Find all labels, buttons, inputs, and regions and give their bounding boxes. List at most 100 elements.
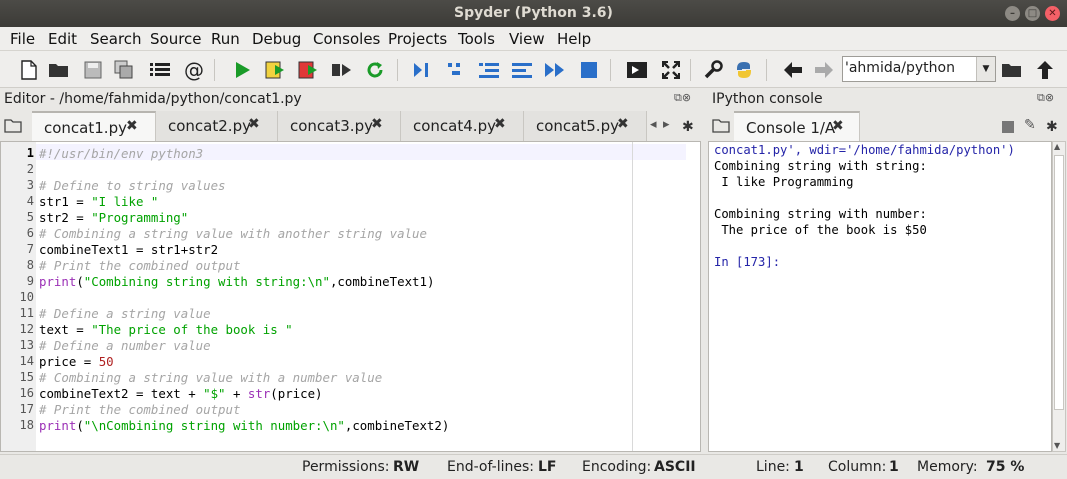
interrupt-icon[interactable] [1002,121,1014,133]
console-scrollbar[interactable]: ▲ ▼ [1052,141,1066,452]
encoding-label: Encoding: [582,459,652,475]
memory-value: 75 % [986,459,1025,475]
code-line: combineText1 = str1+str2 [39,242,219,257]
save-icon[interactable] [81,58,105,82]
console-line: Combining string with number: [714,207,927,221]
close-tab-icon[interactable]: ✖ [617,116,629,132]
menu-projects[interactable]: Projects [388,30,447,48]
menu-run[interactable]: Run [211,30,240,48]
open-folder-icon[interactable] [47,58,71,82]
console-prompt: In [173]: [714,255,781,269]
maximize-icon[interactable] [625,58,649,82]
chevron-down-icon[interactable]: ▼ [976,57,995,81]
browse-tabs-icon[interactable] [3,116,25,138]
menu-view[interactable]: View [509,30,545,48]
rerun-icon[interactable] [363,58,387,82]
line-number: 10 [19,290,34,304]
close-window-icon[interactable]: ✕ [1045,6,1060,21]
toolbar-separator [690,59,691,81]
tab-concat5[interactable]: concat5.py ✖ [524,111,647,141]
fullscreen-icon[interactable] [659,58,683,82]
undock-icon[interactable]: ⧉⊗ [1037,91,1054,105]
list-icon[interactable] [148,58,172,82]
ipython-console[interactable]: concat1.py', wdir='/home/fahmida/python'… [708,141,1052,452]
step-into-icon[interactable] [477,58,501,82]
tab-console[interactable]: Console 1/A ✖ [734,111,860,141]
stop-icon[interactable] [577,58,601,82]
tab-scroll-right-icon[interactable]: ▸ [663,117,670,132]
tab-concat2[interactable]: concat2.py ✖ [156,111,278,141]
code-line: price = 50 [39,354,114,369]
menu-tools[interactable]: Tools [458,30,495,48]
code-line: combineText2 = text + "$" + str(price) [39,386,323,401]
continue-icon[interactable] [543,58,567,82]
browse-tabs-icon[interactable] [711,116,733,138]
line-number: 2 [26,162,34,176]
code-line: # Define a string value [39,306,211,321]
tab-label: concat5.py [536,117,619,135]
code-line: print("Combining string with string:\n",… [39,274,435,289]
close-tab-icon[interactable]: ✖ [126,118,138,134]
scroll-up-icon[interactable]: ▲ [1054,142,1060,151]
line-number: 14 [19,354,34,368]
run-icon[interactable] [230,58,254,82]
debug-icon[interactable] [410,58,434,82]
code-line: # Print the combined output [39,258,241,273]
line-number: 11 [19,306,34,320]
console-pane-title: IPython console [712,91,823,107]
scroll-down-icon[interactable]: ▼ [1054,441,1060,450]
toolbar-separator [397,59,398,81]
maximize-window-icon[interactable]: □ [1025,6,1040,21]
column-value: 1 [889,459,899,475]
close-tab-icon[interactable]: ✖ [248,116,260,132]
tab-concat4[interactable]: concat4.py ✖ [401,111,524,141]
title-bar: Spyder (Python 3.6) – □ ✕ [0,0,1067,27]
menu-help[interactable]: Help [557,30,591,48]
step-return-icon[interactable] [510,58,534,82]
menu-edit[interactable]: Edit [48,30,77,48]
run-selection-icon[interactable] [330,58,354,82]
menu-consoles[interactable]: Consoles [313,30,380,48]
save-all-icon[interactable] [112,58,136,82]
close-tab-icon[interactable]: ✖ [832,118,844,134]
tab-scroll-left-icon[interactable]: ◂ [650,117,657,132]
browse-folder-icon[interactable] [1000,58,1024,82]
line-number: 7 [26,242,34,256]
working-directory-input[interactable]: 'ahmida/python [842,56,996,82]
tab-label: Console 1/A [746,119,836,137]
line-label: Line: [756,459,790,475]
eol-label: End-of-lines: [447,459,534,475]
menu-file[interactable]: File [10,30,35,48]
run-cell-advance-icon[interactable] [297,58,321,82]
menu-search[interactable]: Search [90,30,142,48]
code-line: #!/usr/bin/env python3 [39,146,204,161]
close-tab-icon[interactable]: ✖ [494,116,506,132]
console-line: I like Programming [714,175,854,189]
line-number: 15 [19,370,34,384]
tab-concat3[interactable]: concat3.py ✖ [278,111,401,141]
python-icon[interactable] [732,58,756,82]
code-editor[interactable]: 1 2 3 4 5 6 7 8 9 10 11 12 13 14 15 16 1… [0,141,701,452]
step-icon[interactable] [443,58,467,82]
minimize-icon[interactable]: – [1005,6,1020,21]
at-icon[interactable]: @ [182,58,206,82]
wrench-icon[interactable] [701,58,725,82]
gear-icon[interactable]: ✱ [682,119,694,135]
code-line: # Combining a string value with another … [39,226,427,241]
forward-arrow-icon[interactable] [812,58,836,82]
eraser-icon[interactable]: ✎ [1024,117,1036,133]
line-number: 1 [26,146,34,160]
close-tab-icon[interactable]: ✖ [371,116,383,132]
new-file-icon[interactable] [17,58,41,82]
menu-source[interactable]: Source [150,30,202,48]
menu-debug[interactable]: Debug [252,30,301,48]
line-number: 5 [26,210,34,224]
up-arrow-icon[interactable] [1033,58,1057,82]
console-line: The price of the book is $50 [714,223,927,237]
undock-icon[interactable]: ⧉⊗ [674,91,691,105]
gear-icon[interactable]: ✱ [1046,119,1058,135]
tab-concat1[interactable]: concat1.py ✖ [32,111,156,141]
back-arrow-icon[interactable] [781,58,805,82]
scrollbar-thumb[interactable] [1054,155,1064,410]
run-cell-icon[interactable] [264,58,288,82]
